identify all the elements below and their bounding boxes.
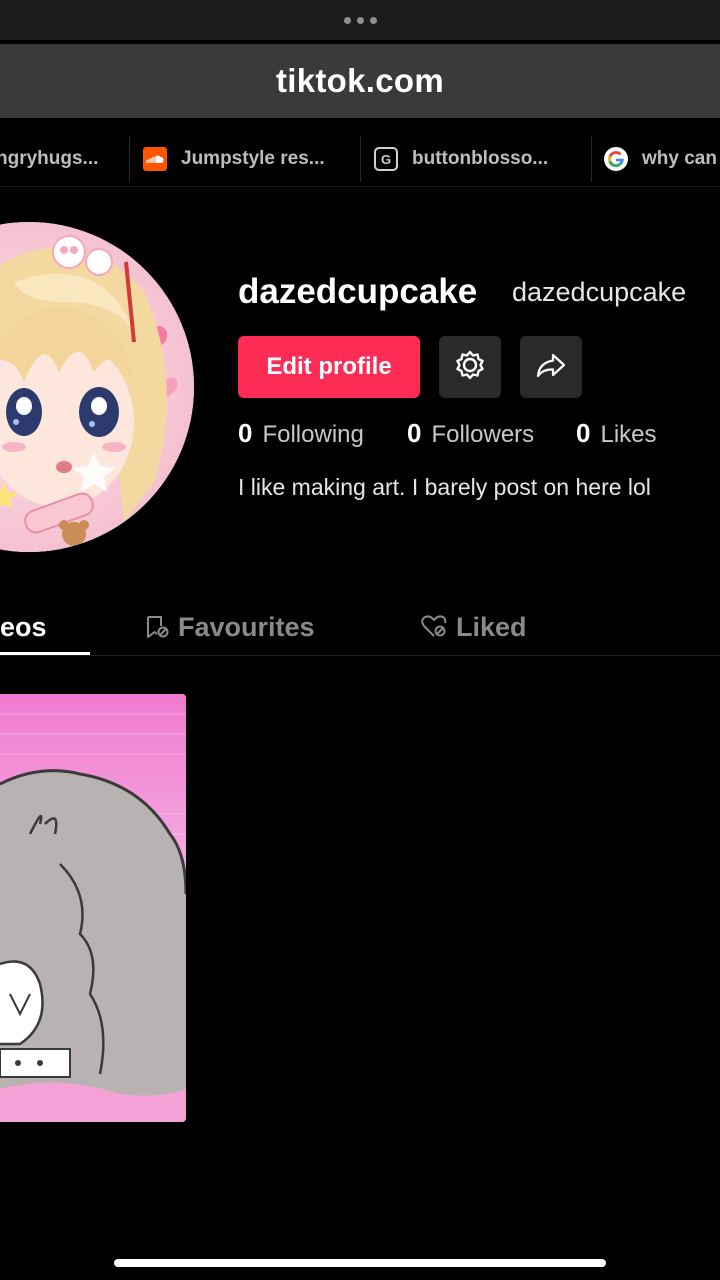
likes-stat: 0 Likes	[576, 418, 657, 449]
bookmark-label: ngryhugs...	[0, 148, 99, 169]
url-bar[interactable]: tiktok.com	[0, 44, 720, 118]
soundcloud-icon	[143, 147, 167, 171]
profile-avatar[interactable]	[0, 222, 194, 552]
following-label: Following	[262, 421, 364, 448]
profile-nickname: dazedcupcake	[512, 277, 687, 307]
profile-username: dazedcupcake	[238, 272, 478, 311]
followers-stat[interactable]: 0 Followers	[407, 418, 534, 449]
tab-liked-label: Liked	[456, 611, 527, 642]
google-icon	[604, 147, 628, 171]
bookmark-icon	[144, 614, 170, 640]
video-thumbnail[interactable]	[0, 694, 186, 1122]
dot	[369, 16, 377, 24]
tab-liked[interactable]: Liked	[420, 598, 527, 656]
edit-profile-label: Edit profile	[266, 353, 392, 380]
share-arrow-icon	[535, 349, 567, 386]
followers-label: Followers	[431, 421, 535, 448]
svg-text:G: G	[381, 152, 391, 167]
following-stat[interactable]: 0 Following	[238, 418, 364, 449]
heart-lock-icon	[420, 614, 448, 640]
video-thumbnail-image	[0, 694, 186, 1122]
tab-divider	[0, 655, 720, 656]
home-indicator[interactable]	[114, 1259, 606, 1267]
share-button[interactable]	[520, 336, 582, 398]
tab-overview-handle[interactable]	[0, 0, 720, 40]
bookmark-label: why can	[642, 148, 717, 169]
bookmark-divider	[591, 136, 592, 182]
screen: tiktok.com ngryhugs... Jumpstyle res...	[0, 0, 720, 1280]
bookmark-label: buttonblosso...	[412, 148, 549, 169]
tab-favourites[interactable]: Favourites	[144, 598, 315, 656]
gear-icon	[454, 349, 486, 386]
edit-profile-button[interactable]: Edit profile	[238, 336, 420, 398]
tab-videos-label: eos	[0, 611, 47, 642]
bookmark-item[interactable]: why can	[604, 132, 717, 186]
bookmarks-bar: ngryhugs... Jumpstyle res... G buttonblo…	[0, 132, 720, 187]
bookmark-label: Jumpstyle res...	[181, 148, 325, 169]
settings-button[interactable]	[439, 336, 501, 398]
bookmark-item[interactable]: G buttonblosso...	[374, 132, 548, 186]
url-text: tiktok.com	[275, 62, 445, 99]
profile-bio: I like making art. I barely post on here…	[238, 474, 651, 500]
likes-count: 0	[576, 418, 591, 448]
tab-favourites-label: Favourites	[178, 611, 315, 642]
tab-videos[interactable]: eos	[0, 598, 47, 656]
bookmark-divider	[360, 136, 361, 182]
bookmark-item[interactable]: Jumpstyle res...	[143, 132, 325, 186]
g-tile-icon: G	[374, 147, 398, 171]
dot	[356, 16, 364, 24]
following-count: 0	[238, 418, 253, 448]
dot	[343, 16, 351, 24]
likes-label: Likes	[600, 421, 657, 448]
bookmark-item[interactable]: ngryhugs...	[0, 132, 98, 186]
bookmark-divider	[129, 136, 130, 182]
followers-count: 0	[407, 418, 422, 448]
avatar-illustration	[0, 222, 194, 552]
